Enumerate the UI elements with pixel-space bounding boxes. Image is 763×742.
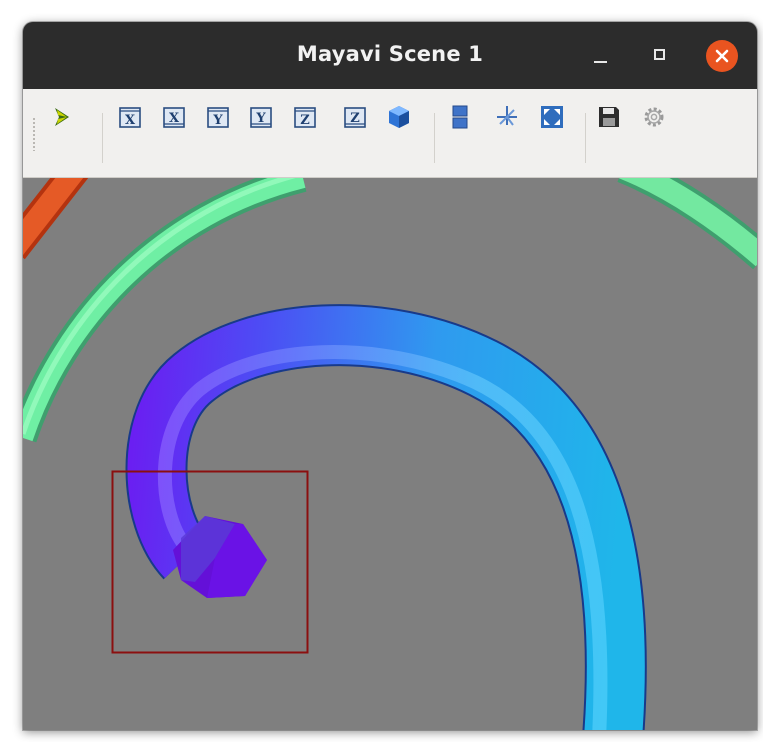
view-z-positive-button[interactable]: Z [291,103,319,131]
save-icon [599,107,619,127]
toolbar-separator [434,113,435,163]
view-x-negative-button[interactable]: X [160,103,188,131]
toolbar-separator [102,113,103,163]
fullscreen-icon [541,106,563,128]
title-bar[interactable]: Mayavi Scene 1 [23,22,757,89]
toolbar: X X Y Y Z Z [23,89,757,178]
maximize-icon[interactable] [644,40,676,72]
minimize-icon[interactable] [584,40,616,72]
parallel-projection-button[interactable] [447,103,475,131]
mayavi-icon [55,108,69,126]
svg-text:Y: Y [212,113,223,128]
gear-icon [644,107,664,127]
z-axis-icon: Z [294,107,316,128]
view-y-positive-button[interactable]: Y [204,103,232,131]
y-axis-icon: Y [207,107,229,128]
x-axis-icon: X [163,107,185,128]
z-axis-icon: Z [344,107,366,128]
mayavi-pipeline-button[interactable] [49,103,77,131]
spiral-tube-render [23,178,757,730]
toolbar-separator [585,113,586,163]
close-icon [715,49,729,63]
svg-text:Y: Y [255,111,266,126]
save-scene-button[interactable] [595,103,623,131]
close-button[interactable] [706,40,738,72]
cube-icon [389,106,409,128]
mayavi-scene-window: Mayavi Scene 1 X X Y Y Z Z [23,22,757,730]
y-axis-icon: Y [250,107,272,128]
svg-text:X: X [169,111,180,126]
toggle-axes-button[interactable] [493,103,521,131]
view-z-negative-button[interactable]: Z [341,103,369,131]
parallel-projection-icon [452,105,468,129]
axes-icon [497,106,517,126]
full-screen-button[interactable] [538,103,566,131]
toolbar-grip[interactable] [32,117,36,151]
view-y-negative-button[interactable]: Y [247,103,275,131]
3d-scene-viewport[interactable] [23,178,757,730]
view-x-positive-button[interactable]: X [116,103,144,131]
svg-text:Z: Z [300,113,310,128]
svg-text:X: X [125,113,136,128]
configure-scene-button[interactable] [640,103,668,131]
svg-text:Z: Z [350,111,360,126]
isometric-view-button[interactable] [385,103,413,131]
x-axis-icon: X [119,107,141,128]
